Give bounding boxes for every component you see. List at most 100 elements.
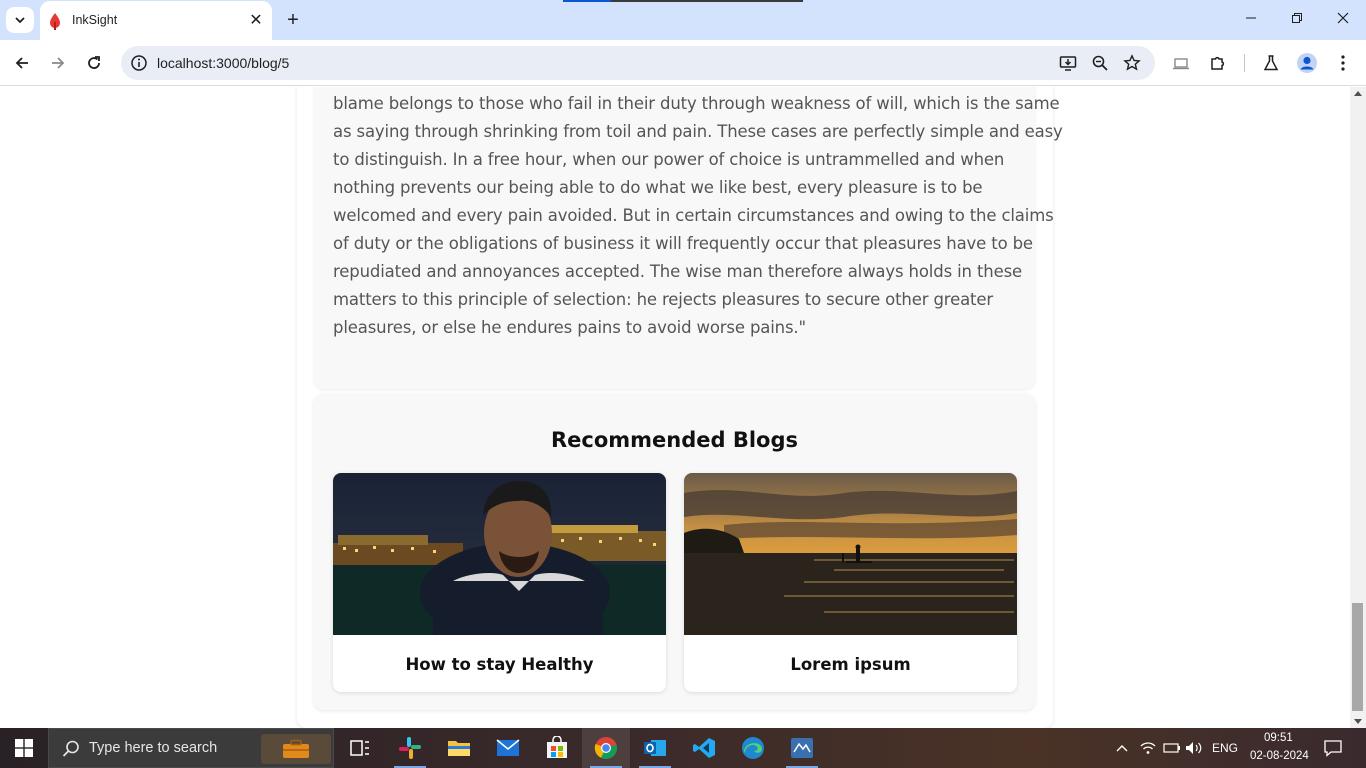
- arrow-left-icon: [15, 57, 28, 69]
- laptop-icon: [1173, 58, 1189, 70]
- outlook-icon: [644, 740, 666, 756]
- blog-body-line: matters to this principle of selection: …: [333, 290, 993, 309]
- windows-taskbar: Type here to search ENG 09:51 02-08-2024: [0, 728, 1366, 768]
- zoom-button[interactable]: [1090, 53, 1110, 73]
- arrow-right-icon: [52, 57, 65, 69]
- input-language[interactable]: ENG: [1212, 741, 1238, 755]
- notifications-button[interactable]: [1324, 739, 1342, 757]
- store-icon: [547, 736, 567, 758]
- task-view-button[interactable]: [336, 728, 384, 768]
- chrome-icon: [594, 737, 617, 759]
- blog-thumbnail-sunset: [684, 473, 1017, 635]
- taskbar-store[interactable]: [533, 728, 581, 768]
- blog-body-line: as saying through shrinking from toil an…: [333, 122, 1063, 141]
- blog-body-line: blame belongs to those who fail in their…: [333, 94, 1060, 113]
- speaker-icon: [1186, 742, 1202, 754]
- reload-button[interactable]: [82, 51, 106, 75]
- database-tool-icon: [791, 738, 813, 758]
- slack-icon: [399, 737, 421, 759]
- start-button[interactable]: [0, 728, 48, 768]
- taskbar-slack[interactable]: [386, 728, 434, 768]
- close-window-button[interactable]: [1328, 8, 1358, 32]
- flask-icon: [1263, 55, 1279, 71]
- puzzle-icon: [1211, 56, 1225, 70]
- clock-time[interactable]: 09:51: [1264, 732, 1293, 744]
- browser-toolbar: localhost:3000/blog/5: [0, 40, 1366, 86]
- blog-card-healthy[interactable]: How to stay Healthy: [333, 473, 666, 692]
- network-button[interactable]: [1139, 739, 1157, 757]
- taskbar-dbeaver[interactable]: [778, 728, 826, 768]
- chevron-down-icon: [15, 17, 25, 24]
- profile-button[interactable]: [1296, 52, 1318, 74]
- blog-body-line: pleasures, or else he endures pains to a…: [333, 318, 806, 337]
- avatar-icon: [1297, 53, 1317, 73]
- chevron-up-icon: [1116, 745, 1128, 752]
- taskbar-chrome[interactable]: [582, 728, 630, 768]
- labs-button[interactable]: [1260, 52, 1282, 74]
- tab-close-icon[interactable]: ✕: [248, 10, 264, 30]
- blog-body-line: nothing prevents our being able to do wh…: [333, 178, 983, 197]
- back-button[interactable]: [10, 51, 34, 75]
- cast-button[interactable]: [1170, 52, 1192, 74]
- restore-icon: [1292, 13, 1302, 23]
- menu-button[interactable]: [1332, 52, 1354, 74]
- task-view-icon: [350, 740, 369, 756]
- taskbar-mail[interactable]: [484, 728, 532, 768]
- restore-button[interactable]: [1282, 8, 1312, 32]
- reload-icon: [88, 56, 100, 69]
- star-icon: [1123, 54, 1141, 71]
- blog-card-title[interactable]: Lorem ipsum: [684, 655, 1017, 674]
- scroll-up-arrow-icon[interactable]: [1354, 91, 1362, 96]
- inksight-favicon-icon: [50, 13, 60, 30]
- search-highlight-image[interactable]: [261, 734, 331, 764]
- blog-body-line: to distinguish. In a free hour, when our…: [333, 150, 1005, 169]
- taskbar-vscode[interactable]: [680, 728, 728, 768]
- bookmark-button[interactable]: [1122, 53, 1142, 73]
- blog-thumbnail-portrait: [333, 473, 666, 635]
- tab-search-button[interactable]: [6, 7, 34, 33]
- page-scrollbar[interactable]: [1350, 87, 1366, 728]
- tab-title: InkSight: [72, 13, 118, 27]
- search-placeholder[interactable]: Type here to search: [89, 740, 217, 756]
- toolbar-separator: [1244, 54, 1245, 72]
- show-hidden-icons-button[interactable]: [1113, 739, 1131, 757]
- notification-icon: [1324, 740, 1342, 757]
- taskbar-edge[interactable]: [729, 728, 777, 768]
- blog-body-line: repudiated and annoyances accepted. The …: [333, 262, 1023, 281]
- page-viewport: blame belongs to those who fail in their…: [0, 87, 1350, 728]
- clock-date[interactable]: 02-08-2024: [1250, 750, 1309, 762]
- minimize-button[interactable]: [1236, 8, 1266, 32]
- taskbar-outlook[interactable]: [631, 728, 679, 768]
- forward-button[interactable]: [46, 51, 70, 75]
- install-app-button[interactable]: [1058, 53, 1078, 73]
- battery-button[interactable]: [1163, 739, 1181, 757]
- zoom-out-icon: [1092, 55, 1108, 71]
- search-icon: [62, 740, 79, 757]
- scroll-down-arrow-icon[interactable]: [1354, 719, 1362, 724]
- volume-button[interactable]: [1185, 739, 1203, 757]
- blog-body-line: welcomed and every pain avoided. But in …: [333, 206, 1054, 225]
- wifi-icon: [1140, 742, 1156, 754]
- more-vertical-icon: [1341, 55, 1345, 71]
- minimize-icon: [1246, 17, 1256, 19]
- edge-icon: [742, 737, 764, 759]
- taskbar-file-explorer[interactable]: [435, 728, 483, 768]
- blog-card-lorem[interactable]: Lorem ipsum: [684, 473, 1017, 692]
- taskbar-search-box[interactable]: Type here to search: [48, 728, 334, 768]
- extensions-button[interactable]: [1207, 52, 1229, 74]
- scrollbar-thumb[interactable]: [1352, 603, 1363, 711]
- vscode-icon: [693, 738, 715, 758]
- new-tab-button[interactable]: +: [282, 8, 304, 32]
- window-drag-indicator: [563, 0, 803, 2]
- site-info-icon[interactable]: [130, 54, 148, 72]
- blog-body-text: blame belongs to those who fail in their…: [333, 90, 1063, 342]
- browser-tab-active[interactable]: InkSight ✕: [40, 1, 272, 40]
- blog-card-title[interactable]: How to stay Healthy: [333, 655, 666, 674]
- close-icon: [1337, 12, 1349, 24]
- folder-icon: [448, 741, 470, 756]
- battery-icon: [1163, 743, 1180, 753]
- mail-icon: [496, 739, 520, 756]
- address-bar[interactable]: localhost:3000/blog/5: [121, 46, 1155, 80]
- url-text[interactable]: localhost:3000/blog/5: [157, 55, 289, 71]
- blog-body-line: of duty or the obligations of business i…: [333, 234, 1033, 253]
